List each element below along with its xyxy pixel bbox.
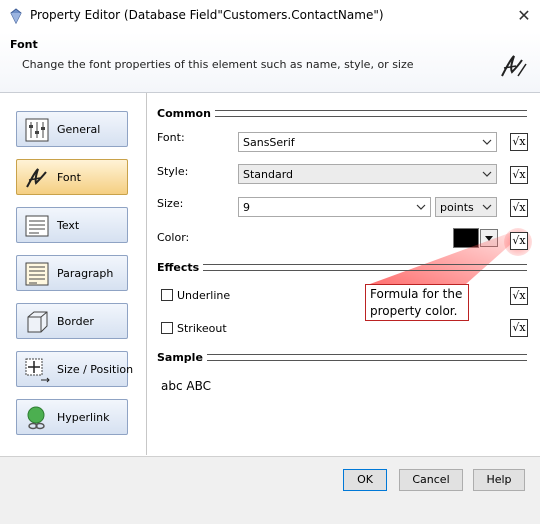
app-diamond-icon [10, 8, 22, 24]
font-icon [501, 55, 527, 77]
nav-border-label: Border [57, 315, 94, 328]
section-divider [207, 354, 527, 361]
nav-general-button[interactable]: General [16, 111, 128, 147]
formula-button-size[interactable]: √x [510, 199, 528, 217]
color-label: Color: [157, 231, 190, 244]
size-position-icon [25, 358, 50, 383]
formula-button-color[interactable]: √x [510, 232, 528, 250]
sidebar: General Font Text Paragraph Border Size … [0, 93, 147, 455]
nav-font-label: Font [57, 171, 81, 184]
text-icon [25, 215, 49, 237]
section-divider [215, 110, 527, 117]
underline-label: Underline [177, 289, 231, 302]
chevron-down-icon [482, 171, 492, 177]
color-swatch[interactable] [453, 228, 479, 248]
nav-font-button[interactable]: Font [16, 159, 128, 195]
sliders-icon [25, 118, 49, 142]
caret-down-icon [485, 236, 493, 241]
section-divider [203, 264, 527, 271]
strikeout-label: Strikeout [177, 322, 227, 335]
style-select[interactable]: Standard [238, 164, 497, 184]
chevron-down-icon [416, 204, 426, 210]
formula-button-strikeout[interactable]: √x [510, 319, 528, 337]
font-label: Font: [157, 131, 185, 144]
window-title: Property Editor (Database Field"Customer… [30, 8, 384, 22]
font-select[interactable]: SansSerif [238, 132, 497, 152]
nav-paragraph-button[interactable]: Paragraph [16, 255, 128, 291]
close-icon[interactable]: ✕ [512, 4, 536, 28]
font-value: SansSerif [243, 136, 295, 149]
nav-text-label: Text [57, 219, 80, 232]
title-bar: Property Editor (Database Field"Customer… [0, 0, 540, 33]
nav-general-label: General [57, 123, 101, 136]
page-description: Change the font properties of this eleme… [22, 58, 414, 71]
nav-hyperlink-label: Hyperlink [57, 411, 110, 424]
nav-hyperlink-button[interactable]: Hyperlink [16, 399, 128, 435]
nav-size-position-button[interactable]: Size / Position [16, 351, 133, 387]
size-label: Size: [157, 197, 184, 210]
chevron-down-icon [482, 204, 492, 210]
chevron-down-icon [482, 139, 492, 145]
help-button[interactable]: Help [473, 469, 525, 491]
ok-button[interactable]: OK [343, 469, 387, 491]
nav-text-button[interactable]: Text [16, 207, 128, 243]
border-icon [27, 311, 48, 333]
cancel-button[interactable]: Cancel [399, 469, 463, 491]
size-unit-value: points [440, 201, 474, 214]
page-title: Font [10, 38, 38, 51]
formula-button-underline[interactable]: √x [510, 287, 528, 305]
tooltip: Formula for the property color. [365, 284, 469, 321]
nav-size-position-label: Size / Position [57, 363, 134, 376]
sample-text: abc ABC [161, 379, 211, 393]
section-title-common: Common [157, 107, 211, 120]
underline-checkbox[interactable] [161, 289, 173, 301]
size-value: 9 [243, 201, 250, 214]
style-label: Style: [157, 165, 189, 178]
section-title-effects: Effects [157, 261, 200, 274]
page-header: Font Change the font properties of this … [0, 32, 540, 93]
size-select[interactable]: 9 [238, 197, 431, 217]
paragraph-icon [25, 262, 49, 286]
style-value: Standard [243, 168, 294, 181]
formula-button-font[interactable]: √x [510, 133, 528, 151]
section-title-sample: Sample [157, 351, 203, 364]
formula-button-style[interactable]: √x [510, 166, 528, 184]
color-dropdown-button[interactable] [480, 229, 498, 247]
nav-border-button[interactable]: Border [16, 303, 128, 339]
size-unit-select[interactable]: points [435, 197, 497, 217]
hyperlink-icon [27, 406, 45, 430]
font-icon [26, 168, 47, 188]
strikeout-checkbox[interactable] [161, 322, 173, 334]
nav-paragraph-label: Paragraph [57, 267, 114, 280]
